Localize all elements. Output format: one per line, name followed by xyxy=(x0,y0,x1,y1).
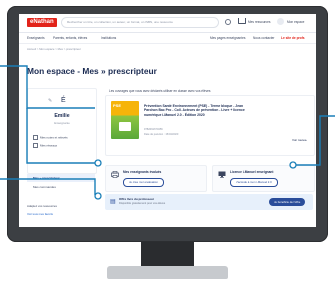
book-isbn: 9782091670456 xyxy=(144,128,163,131)
breadcrumb[interactable]: Accueil > Mon espace > Mes > prescripteu… xyxy=(27,47,81,51)
search-input[interactable]: Rechercher un titre, un collection, un a… xyxy=(61,17,219,28)
edit-pencil-icon[interactable]: ✎ xyxy=(48,98,52,104)
printer-icon xyxy=(111,171,119,178)
book-title[interactable]: Prévention Santé Environnement (PSE) - T… xyxy=(144,104,252,117)
chevron-right-icon[interactable]: › xyxy=(306,138,307,142)
page-title: Mon espace - Mes » prescripteur xyxy=(27,66,157,76)
side-footer-link[interactable]: Voir tous mes favoris xyxy=(27,212,53,216)
profile-link-networks-label: Mes réseaux xyxy=(40,143,58,148)
profile-link-networks[interactable]: Mes réseaux xyxy=(33,143,57,148)
site-logo[interactable]: eNathan xyxy=(27,18,57,27)
nav-item-parents[interactable]: Parents, enfants, élèves xyxy=(53,36,87,40)
book-date: Date de parution : 15/04/2020 xyxy=(144,133,179,136)
browser-screen: eNathan Rechercher un titre, un collecti… xyxy=(19,14,316,227)
site-header: eNathan Rechercher un titre, un collecti… xyxy=(19,14,316,33)
cart-icon[interactable] xyxy=(238,18,246,24)
book-cover-label: PSE xyxy=(113,103,122,108)
profile-link-notes[interactable]: Mes notes et relevés xyxy=(33,135,68,140)
panel-imanuel-title: Licence i-Manuel enseignant xyxy=(230,170,274,174)
search-icon[interactable] xyxy=(225,19,231,25)
book-cover-badge xyxy=(119,122,131,131)
books-intro: Les ouvrages que vous avez déclarés util… xyxy=(109,89,211,93)
side-menu-item-prescriber[interactable]: Mes » prescripteur xyxy=(27,174,95,182)
see-all-link[interactable]: Voir toutes xyxy=(292,138,306,142)
nav-link-teacher-pages[interactable]: Mes pages enseignantes xyxy=(210,36,245,40)
network-icon xyxy=(33,143,38,148)
document-icon xyxy=(33,135,38,140)
side-menu: Mes » prescripteur Mes commandes xyxy=(27,174,95,196)
main-nav: Enseignants Parents, enfants, élèves Ins… xyxy=(19,32,316,44)
top-link-resources[interactable]: Mes ressources xyxy=(248,20,271,24)
trial-subtitle: Disponible gratuitement pour vos élèves xyxy=(119,202,166,205)
user-icon[interactable] xyxy=(277,18,284,25)
profile-link-notes-label: Mes notes et relevés xyxy=(40,135,68,140)
nav-item-institutions[interactable]: Institutions xyxy=(101,36,116,40)
side-menu-item-orders[interactable]: Mes commandes xyxy=(27,183,95,191)
monitor-frame: eNathan Rechercher un titre, un collecti… xyxy=(7,6,328,242)
trial-banner: ▤ Offre livre du professeur Disponible g… xyxy=(105,194,313,210)
nav-link-contact[interactable]: Nous contacter xyxy=(253,36,274,40)
nav-item-teachers[interactable]: Enseignants xyxy=(27,36,45,40)
panel-evaluations-title: Mes enseignants évalués xyxy=(123,170,162,174)
access-imanuel-button[interactable]: J'accède à mon i-Manuel 2.0 xyxy=(230,178,278,187)
nav-link-profs-site[interactable]: Le site de profs xyxy=(281,36,305,40)
top-link-account[interactable]: Mon espace xyxy=(287,20,304,24)
create-evaluation-button[interactable]: Je crée mon évaluation xyxy=(123,178,164,187)
avatar: É xyxy=(61,97,66,104)
monitor-neck xyxy=(141,242,194,266)
panel-evaluations: Mes enseignants évalués Je crée mon éval… xyxy=(105,165,207,192)
panel-imanuel: Licence i-Manuel enseignant J'accède à m… xyxy=(212,165,315,192)
profile-card: ✎ É Emilie Enseignante Mes notes et rele… xyxy=(27,88,97,174)
side-footer-text: Adaptez vos ressources xyxy=(27,204,57,208)
monitor-foot xyxy=(107,266,228,279)
book-icon: ▤ xyxy=(110,199,116,205)
book-card[interactable]: PSE Prévention Santé Environnement (PSE)… xyxy=(105,95,315,156)
profile-role: Enseignante xyxy=(54,121,70,125)
monitor-icon xyxy=(218,171,226,178)
trial-title: Offre livre du professeur xyxy=(119,197,155,201)
profile-name: Emilie xyxy=(54,113,70,119)
trial-offer-button[interactable]: Je bénéficie de l'offre xyxy=(269,198,306,206)
book-cover[interactable]: PSE xyxy=(111,101,139,139)
